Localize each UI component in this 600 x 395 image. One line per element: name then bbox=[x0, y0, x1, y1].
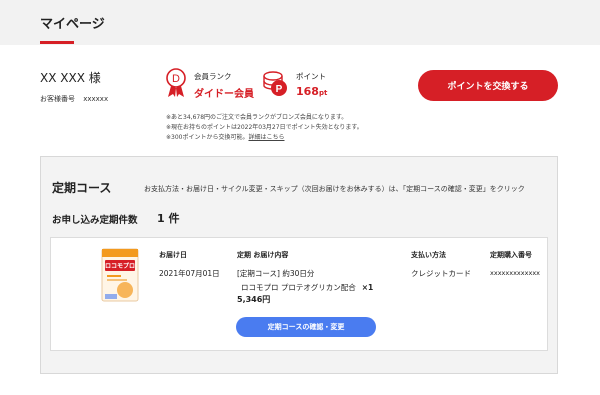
rank-icon-letter: D bbox=[172, 73, 180, 85]
header-delivery-date: お届け日 bbox=[159, 251, 187, 259]
subscription-description: お支払方法・お届け日・サイクル変更・スキップ（次回お届けをお休みする）は、「定期… bbox=[144, 185, 525, 193]
rank-label: 会員ランク bbox=[194, 72, 232, 81]
member-number-value: xxxxxx bbox=[83, 95, 109, 103]
header-order-number: 定期購入番号 bbox=[490, 251, 532, 259]
page-header: マイページ bbox=[0, 0, 600, 45]
product-line: ロコモプロ プロテオグリカン配合 ×1 bbox=[241, 282, 373, 293]
note-expiry: ※現在お持ちのポイントは2022年03月27日でポイント失効となります。 bbox=[166, 124, 363, 131]
member-number-label: お客様番号 bbox=[40, 95, 75, 103]
points-number: 168 bbox=[296, 85, 319, 98]
points-value: 168pt bbox=[296, 85, 327, 98]
product-package-image: ロコモプロ bbox=[101, 248, 139, 302]
package-label: ロコモプロ bbox=[105, 262, 135, 270]
delivery-date: 2021年07月01日 bbox=[159, 269, 220, 278]
rank-value: ダイドー会員 bbox=[194, 89, 254, 100]
payment-method: クレジットカード bbox=[411, 269, 471, 278]
subscription-title: 定期コース bbox=[52, 181, 112, 195]
title-underline bbox=[40, 41, 74, 44]
note-exchange: ※300ポイントから交換可能。詳細はこちら bbox=[166, 132, 285, 141]
exchange-points-button[interactable]: ポイントを交換する bbox=[418, 70, 558, 101]
user-name: XX XXX 様 bbox=[40, 71, 101, 85]
course-info: [定期コース] 約30日分 bbox=[237, 269, 315, 278]
header-payment-method: 支払い方法 bbox=[411, 251, 446, 259]
subscription-card: ロコモプロ お届け日 定期 お届け内容 支払い方法 定期購入番号 2021年07… bbox=[50, 237, 548, 351]
subscription-panel: 定期コース お支払方法・お届け日・サイクル変更・スキップ（次回お届けをお休みする… bbox=[40, 156, 558, 374]
rank-medal-icon: D bbox=[166, 68, 186, 97]
note-rank: ※あと34,678円のご注文で会員ランクがブロンズ会員になります。 bbox=[166, 114, 348, 121]
points-icon-letter: P bbox=[276, 84, 283, 95]
product-name: ロコモプロ プロテオグリカン配合 bbox=[241, 283, 356, 292]
member-number: お客様番号 xxxxxx bbox=[40, 94, 108, 104]
points-coin-icon: P bbox=[263, 71, 287, 96]
subscription-count-label: お申し込み定期件数 bbox=[52, 215, 138, 226]
product-price: 5,346円 bbox=[237, 295, 271, 304]
page-title: マイページ bbox=[40, 17, 105, 32]
header-delivery-content: 定期 お届け内容 bbox=[237, 251, 289, 259]
note-exchange-text: ※300ポイントから交換可能。 bbox=[166, 134, 249, 141]
product-quantity: ×1 bbox=[361, 283, 374, 292]
points-label: ポイント bbox=[296, 72, 326, 81]
confirm-change-subscription-button[interactable]: 定期コースの確認・変更 bbox=[236, 317, 376, 337]
points-unit: pt bbox=[318, 89, 328, 97]
subscription-count-value: 1 件 bbox=[157, 212, 180, 225]
details-link[interactable]: 詳細はこちら bbox=[248, 134, 284, 141]
order-number: xxxxxxxxxxxxx bbox=[490, 269, 541, 277]
